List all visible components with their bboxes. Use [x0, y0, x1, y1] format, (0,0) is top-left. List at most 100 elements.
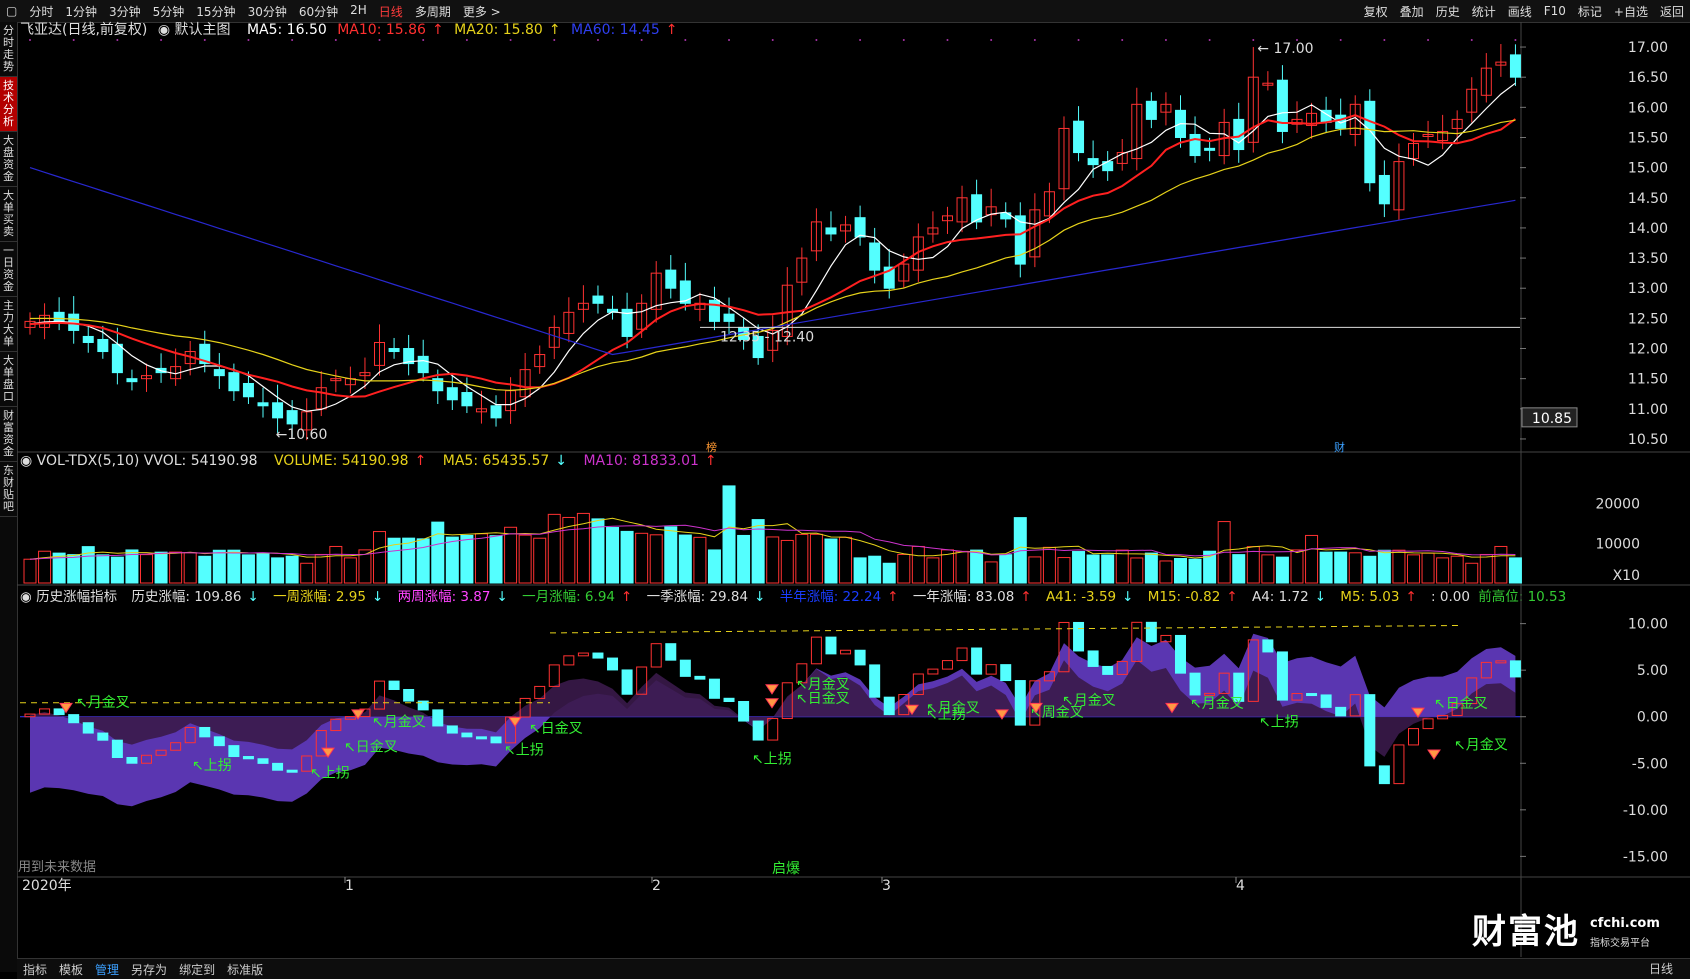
ind-tick-label: 10.00: [1628, 617, 1668, 633]
volume-bar: [241, 554, 255, 584]
ind-bar: [1393, 744, 1405, 785]
candle-body: [679, 280, 691, 304]
ind-bar: [490, 736, 502, 744]
diamond-marker: [765, 684, 779, 695]
volume-bar: [1450, 555, 1464, 584]
volume-bar: [474, 533, 488, 584]
volume-bar: [489, 535, 503, 584]
hline-label: 12.35 - 12.40: [720, 329, 814, 345]
volume-bar: [664, 526, 678, 584]
statusbar-item[interactable]: 标准版: [221, 961, 269, 978]
ind-bar: [1102, 665, 1114, 675]
volume-bar: [212, 549, 226, 584]
volume-bar: [678, 534, 692, 584]
candle-body: [854, 217, 866, 238]
price-tick-label: 15.50: [1628, 130, 1668, 146]
price-tick-label: 15.00: [1628, 161, 1668, 177]
ind-bar: [242, 756, 254, 760]
ind-bar: [665, 643, 677, 661]
ind-bar: [1189, 672, 1201, 696]
event-dot: [1252, 39, 1255, 41]
event-dot: [1514, 39, 1517, 41]
ind-bar: [68, 714, 80, 724]
event-dot: [509, 39, 512, 41]
price-tick-label: 16.50: [1628, 70, 1668, 86]
signal-label: ↖日金叉: [796, 691, 850, 707]
signal-label: ↖月金叉: [1190, 696, 1244, 712]
ind-bar: [810, 636, 822, 665]
candle-body: [111, 343, 123, 374]
statusbar-period[interactable]: 日线: [1649, 960, 1673, 977]
candle-body: [1087, 158, 1099, 166]
volume-bar: [67, 554, 81, 584]
volume-bar: [1392, 549, 1406, 584]
ind-bar: [621, 669, 633, 695]
candle-body: [1014, 215, 1026, 265]
candle-body: [82, 335, 94, 343]
ind-bar: [213, 736, 225, 747]
qibao-label: 启爆: [772, 861, 800, 877]
ind-bar: [607, 657, 619, 671]
volume-bar: [256, 552, 270, 584]
ind-bar: [650, 643, 662, 668]
event-dot: [684, 39, 687, 41]
volume-bar: [1508, 557, 1522, 584]
candle-body: [1073, 120, 1085, 154]
candle-body: [665, 269, 677, 289]
event-dot: [1121, 39, 1124, 41]
event-dot: [771, 39, 774, 41]
ind-bar: [577, 652, 589, 657]
ind-bar: [752, 720, 764, 741]
price-tick-label: 17.00: [1628, 40, 1668, 56]
event-dot: [334, 39, 337, 41]
event-dot: [728, 39, 731, 41]
ind-bar: [199, 726, 211, 738]
volume-bar: [329, 545, 343, 584]
volume-bar: [999, 554, 1013, 584]
ind-bar: [111, 739, 123, 759]
price-tick-label: 14.50: [1628, 191, 1668, 207]
volume-bar: [737, 534, 751, 584]
event-dot: [1208, 39, 1211, 41]
candle-body: [1364, 100, 1376, 184]
volume-tick-label: X10: [1613, 568, 1640, 584]
signal-label: ↖月金叉: [1062, 693, 1116, 709]
volume-bar: [314, 553, 328, 584]
statusbar-item[interactable]: 指标: [17, 961, 53, 978]
candle-body: [1189, 133, 1201, 157]
volume-bar: [154, 551, 168, 584]
statusbar-item[interactable]: 模板: [53, 961, 89, 978]
volume-bar: [416, 538, 430, 584]
ind-bar: [1364, 694, 1376, 767]
event-dot: [596, 39, 599, 41]
volume-bar: [1334, 551, 1348, 584]
ind-bar: [446, 725, 458, 734]
signal-label: ↖日金叉: [1434, 696, 1488, 712]
volume-bar: [839, 536, 853, 584]
ind-tick-label: -5.00: [1632, 756, 1668, 772]
bang-marker: 榜: [706, 440, 717, 454]
volume-bar: [897, 553, 911, 584]
low-label: ←10.60: [276, 427, 328, 443]
kline-chart[interactable]: 17.0016.5016.0015.5015.0014.5014.0013.50…: [0, 0, 1690, 978]
candle-body: [592, 295, 604, 304]
high-label: ← 17.00: [1257, 41, 1313, 57]
volume-bar: [38, 550, 52, 584]
volume-bar: [606, 527, 620, 584]
ind-dash-line: [549, 624, 1461, 634]
candle-body: [869, 242, 881, 271]
volume-bar: [300, 562, 314, 584]
volume-bar: [1101, 554, 1115, 584]
volume-tick-label: 20000: [1595, 497, 1640, 513]
volume-bar: [504, 526, 518, 584]
event-dot: [553, 39, 556, 41]
statusbar-item[interactable]: 另存为: [125, 961, 173, 978]
volume-bar: [1305, 534, 1319, 584]
ind-bar: [1306, 693, 1318, 697]
ind-bar: [956, 647, 968, 662]
statusbar-item[interactable]: 管理: [89, 961, 125, 978]
volume-bar: [198, 555, 212, 584]
volume-bar: [271, 557, 285, 584]
ind-bar: [1335, 706, 1347, 717]
statusbar-item[interactable]: 绑定到: [173, 961, 221, 978]
